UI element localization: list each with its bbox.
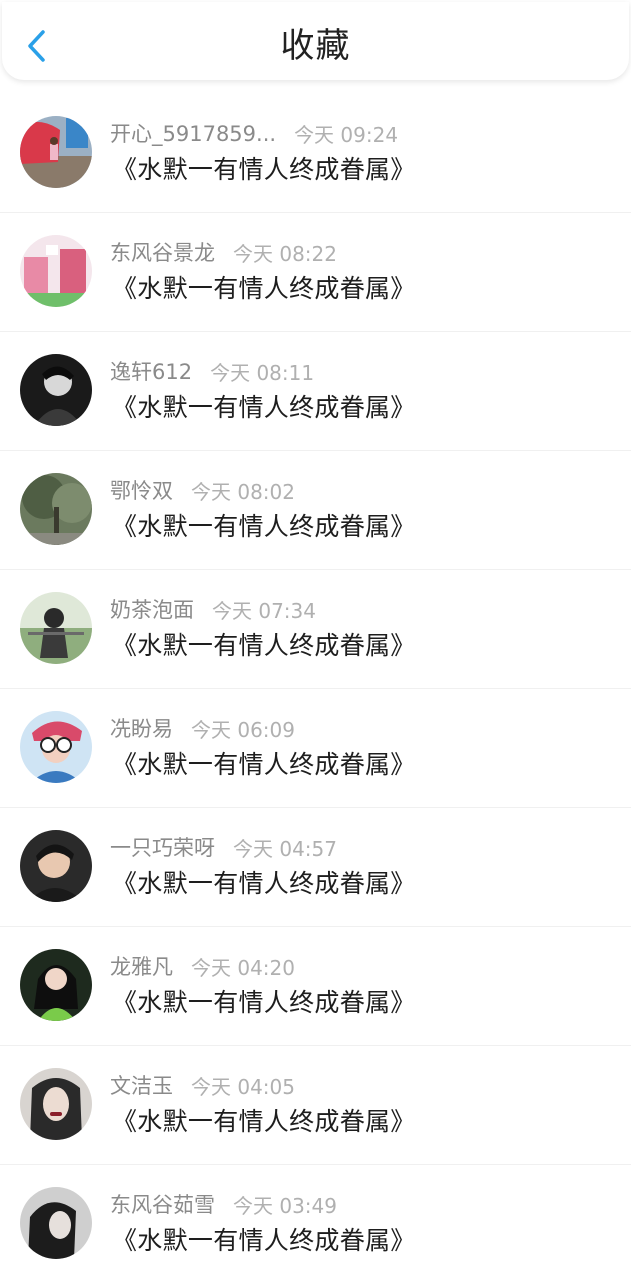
avatar[interactable]	[20, 354, 92, 426]
timestamp: 今天 06:09	[191, 717, 295, 742]
item-title[interactable]: 《水默一有情人终成眷属》	[112, 390, 416, 426]
list-item[interactable]: 一只巧荣呀 今天 04:57 《水默一有情人终成眷属》	[0, 808, 631, 927]
item-meta: 文洁玉 今天 04:05	[110, 1070, 295, 1100]
item-title[interactable]: 《水默一有情人终成眷属》	[112, 628, 416, 664]
avatar[interactable]	[20, 116, 92, 188]
page-title: 收藏	[280, 26, 351, 66]
avatar[interactable]	[20, 1068, 92, 1140]
avatar[interactable]	[20, 1187, 92, 1259]
item-title[interactable]: 《水默一有情人终成眷属》	[112, 1223, 416, 1259]
item-title[interactable]: 《水默一有情人终成眷属》	[112, 152, 416, 188]
item-meta: 冼盼易 今天 06:09	[110, 713, 295, 743]
avatar[interactable]	[20, 235, 92, 307]
avatar[interactable]	[20, 830, 92, 902]
item-meta: 一只巧荣呀 今天 04:57	[110, 832, 337, 862]
list-item[interactable]: 开心_5917859... 今天 09:24 《水默一有情人终成眷属》	[0, 94, 631, 213]
avatar[interactable]	[20, 949, 92, 1021]
username[interactable]: 奶茶泡面	[110, 594, 194, 624]
item-title[interactable]: 《水默一有情人终成眷属》	[112, 747, 416, 783]
username[interactable]: 鄂怜双	[110, 475, 173, 505]
username[interactable]: 开心_5917859...	[110, 118, 276, 148]
avatar[interactable]	[20, 473, 92, 545]
timestamp: 今天 08:22	[233, 241, 337, 266]
list-item[interactable]: 逸轩612 今天 08:11 《水默一有情人终成眷属》	[0, 332, 631, 451]
username[interactable]: 一只巧荣呀	[110, 832, 215, 862]
top-bar: 收藏	[2, 2, 629, 80]
timestamp: 今天 04:20	[191, 955, 295, 980]
item-meta: 东风谷景龙 今天 08:22	[110, 237, 337, 267]
item-title[interactable]: 《水默一有情人终成眷属》	[112, 866, 416, 902]
timestamp: 今天 08:02	[191, 479, 295, 504]
item-title[interactable]: 《水默一有情人终成眷属》	[112, 1104, 416, 1140]
list-item[interactable]: 龙雅凡 今天 04:20 《水默一有情人终成眷属》	[0, 927, 631, 1046]
item-meta: 奶茶泡面 今天 07:34	[110, 594, 316, 624]
item-meta: 鄂怜双 今天 08:02	[110, 475, 295, 505]
list-item[interactable]: 鄂怜双 今天 08:02 《水默一有情人终成眷属》	[0, 451, 631, 570]
item-meta: 龙雅凡 今天 04:20	[110, 951, 295, 981]
timestamp: 今天 09:24	[294, 122, 399, 147]
item-title[interactable]: 《水默一有情人终成眷属》	[112, 509, 416, 545]
username[interactable]: 冼盼易	[110, 713, 173, 743]
favorites-screen: 收藏 开心_5917859... 今天 09:24 《水默一有情人终成眷属》 东…	[0, 0, 631, 1280]
timestamp: 今天 08:11	[210, 360, 315, 385]
avatar[interactable]	[20, 711, 92, 783]
username[interactable]: 文洁玉	[110, 1070, 173, 1100]
username[interactable]: 东风谷茹雪	[110, 1189, 215, 1219]
list-item[interactable]: 冼盼易 今天 06:09 《水默一有情人终成眷属》	[0, 689, 631, 808]
item-title[interactable]: 《水默一有情人终成眷属》	[112, 271, 416, 307]
list-item[interactable]: 文洁玉 今天 04:05 《水默一有情人终成眷属》	[0, 1046, 631, 1165]
list-item[interactable]: 东风谷景龙 今天 08:22 《水默一有情人终成眷属》	[0, 213, 631, 332]
username[interactable]: 龙雅凡	[110, 951, 173, 981]
timestamp: 今天 04:57	[233, 836, 337, 861]
avatar[interactable]	[20, 592, 92, 664]
list-item[interactable]: 东风谷茹雪 今天 03:49 《水默一有情人终成眷属》	[0, 1165, 631, 1280]
timestamp: 今天 03:49	[233, 1193, 337, 1218]
item-meta: 开心_5917859... 今天 09:24	[110, 118, 398, 148]
timestamp: 今天 04:05	[191, 1074, 295, 1099]
item-title[interactable]: 《水默一有情人终成眷属》	[112, 985, 416, 1021]
username[interactable]: 东风谷景龙	[110, 237, 215, 267]
item-meta: 逸轩612 今天 08:11	[110, 356, 314, 386]
username[interactable]: 逸轩612	[110, 356, 192, 386]
item-meta: 东风谷茹雪 今天 03:49	[110, 1189, 337, 1219]
timestamp: 今天 07:34	[212, 598, 316, 623]
list-item[interactable]: 奶茶泡面 今天 07:34 《水默一有情人终成眷属》	[0, 570, 631, 689]
favorites-list: 开心_5917859... 今天 09:24 《水默一有情人终成眷属》 东风谷景…	[0, 94, 631, 1280]
